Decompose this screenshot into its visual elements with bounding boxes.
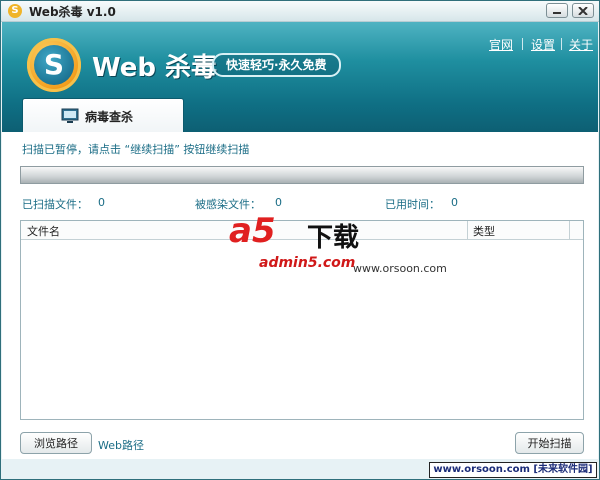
link-about[interactable]: 关于 [569,36,593,53]
scan-status-message: 扫描已暂停，请点击 “继续扫描” 按钮继续扫描 [22,143,250,156]
column-header-filename[interactable]: 文件名 [27,223,60,239]
close-icon [578,7,588,15]
scan-panel: 扫描已暂停，请点击 “继续扫描” 按钮继续扫描 已扫描文件： 0 被感染文件： … [2,132,598,459]
app-icon: S [8,4,22,18]
stat-value: 0 [451,196,458,209]
watermark-a5-text: a5 [229,211,276,251]
link-settings[interactable]: 设置 [531,36,555,53]
tab-virus-scan[interactable]: 病毒查杀 [22,98,184,132]
web-path-label: Web路径 [98,439,144,452]
column-header-type[interactable]: 类型 [473,223,495,239]
window-title: Web杀毒 v1.0 [29,5,116,19]
monitor-icon [61,108,79,123]
bottom-watermark-label: www.orsoon.com [未来软件园] [429,462,597,478]
close-button[interactable] [572,3,594,18]
stat-elapsed-time: 已用时间： 0 [385,196,458,212]
app-window: S Web杀毒 v1.0 S Web 杀毒 快速轻巧·永久免费 官网 设置 关于 [0,0,600,480]
minimize-icon [553,12,561,14]
link-divider [522,38,523,50]
tab-label: 病毒查杀 [85,110,134,124]
start-scan-button[interactable]: 开始扫描 [515,432,584,454]
link-official-site[interactable]: 官网 [489,36,513,53]
stat-scanned-files: 已扫描文件： 0 [22,196,105,212]
slogan-badge: 快速轻巧·永久免费 [212,53,341,77]
column-divider[interactable] [569,221,570,239]
scan-progress-bar [20,166,584,184]
brand-name: Web 杀毒 [92,53,218,83]
watermark-site-text: admin5.com [259,255,356,271]
browse-path-button[interactable]: 浏览路径 [20,432,92,454]
stat-label: 被感染文件： [195,198,261,211]
stat-value: 0 [275,196,282,209]
shield-logo-icon: S [27,38,81,92]
app-header: S Web 杀毒 快速轻巧·永久免费 官网 设置 关于 病毒查杀 [2,22,598,132]
title-bar[interactable]: S Web杀毒 v1.0 [1,1,599,22]
stat-label: 已用时间： [385,198,440,211]
link-divider [561,38,562,50]
logo-letter: S [34,45,74,85]
stat-label: 已扫描文件： [22,198,88,211]
stat-infected-files: 被感染文件： 0 [195,196,282,212]
column-divider[interactable] [467,221,468,239]
minimize-button[interactable] [546,3,568,18]
overlay-url-watermark: www.orsoon.com [353,262,447,275]
stat-value: 0 [98,196,105,209]
watermark-download-text: 下载 [307,223,360,253]
